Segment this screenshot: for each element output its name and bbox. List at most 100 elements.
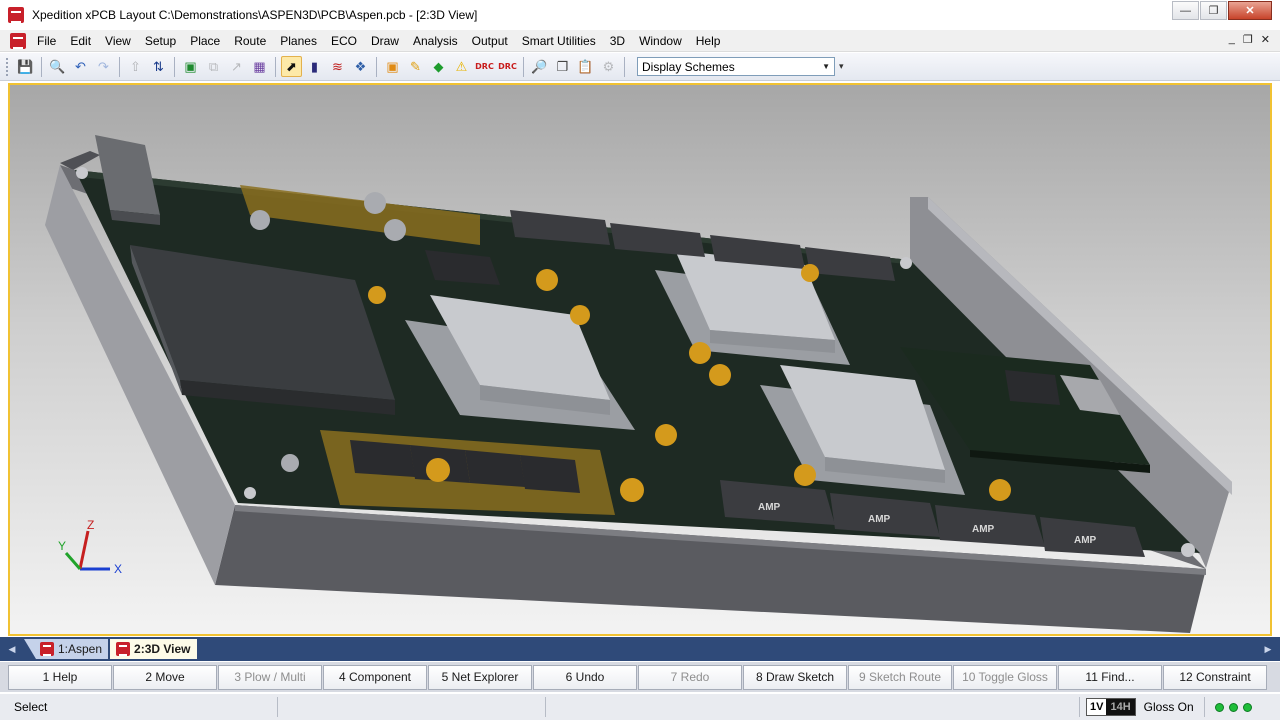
move-group-icon[interactable]: ↗ — [226, 56, 247, 77]
app-logo-icon — [8, 7, 24, 23]
hazard-2-icon[interactable]: ✎ — [405, 56, 426, 77]
menu-smart-utilities[interactable]: Smart Utilities — [515, 34, 603, 48]
fkey-component[interactable]: 4 Component — [323, 664, 427, 690]
tab-aspen[interactable]: 1:Aspen — [24, 639, 109, 659]
toolbar-overflow-icon[interactable]: ▾ — [839, 61, 844, 72]
save-icon[interactable]: 💾 — [15, 56, 36, 77]
display-schemes-dropdown[interactable]: Display Schemes ▼ — [637, 57, 835, 76]
menu-bar: File Edit View Setup Place Route Planes … — [0, 30, 1280, 52]
fkey-sketch-route[interactable]: 9 Sketch Route — [848, 664, 952, 690]
ic-chip — [520, 455, 580, 493]
fkey-constraint[interactable]: 12 Constraint — [1163, 664, 1267, 690]
mdi-restore-button[interactable]: ❐ — [1243, 33, 1253, 46]
fkey-help[interactable]: 1 Help — [8, 664, 112, 690]
axis-y-label: Y — [58, 539, 66, 553]
copy-icon[interactable]: ❐ — [552, 56, 573, 77]
menu-planes[interactable]: Planes — [273, 34, 324, 48]
minimize-button[interactable]: — — [1172, 1, 1199, 20]
document-tab-strip: ◀ 1:Aspen 2:3D View ▶ — [0, 637, 1280, 661]
layer-stack-icon[interactable]: ⇅ — [148, 56, 169, 77]
grid-icon[interactable]: ▦ — [249, 56, 270, 77]
place-part-icon[interactable]: ▮ — [304, 56, 325, 77]
menu-view[interactable]: View — [98, 34, 138, 48]
toolbar-separator — [376, 56, 377, 77]
capacitor — [250, 210, 270, 230]
status-led-icon — [1242, 702, 1252, 712]
menu-place[interactable]: Place — [183, 34, 227, 48]
3d-viewport[interactable]: AMP AMP AMP AMP X Z Y — [8, 83, 1272, 636]
hazard-1-icon[interactable]: ▣ — [382, 56, 403, 77]
ic-chip — [465, 450, 525, 487]
group-icon[interactable]: ⧉ — [203, 56, 224, 77]
amp-label: AMP — [868, 514, 891, 525]
push-up-icon[interactable]: ⇧ — [125, 56, 146, 77]
status-cell — [546, 697, 1080, 717]
amp-label: AMP — [1074, 535, 1097, 546]
select-pointer-icon[interactable]: ⬈ — [281, 56, 302, 77]
paste-icon[interactable]: 📋 — [575, 56, 596, 77]
route-fanout-icon[interactable]: ❖ — [350, 56, 371, 77]
axis-x-label: X — [114, 562, 122, 576]
mdi-minimize-button[interactable]: _ — [1229, 33, 1235, 46]
window-controls: — ❐ ✕ — [1171, 1, 1272, 20]
pcb-3d-model: AMP AMP AMP AMP X Z Y — [45, 135, 1232, 633]
menu-output[interactable]: Output — [465, 34, 515, 48]
tab-label: 2:3D View — [134, 642, 191, 656]
mdi-controls: _ ❐ ✕ — [1229, 33, 1270, 46]
menu-window[interactable]: Window — [632, 34, 689, 48]
chevron-down-icon: ▼ — [822, 62, 830, 71]
capacitor — [281, 454, 299, 472]
restore-button[interactable]: ❐ — [1200, 1, 1227, 20]
fkey-undo[interactable]: 6 Undo — [533, 664, 637, 690]
menu-3d[interactable]: 3D — [603, 34, 632, 48]
tab-doc-icon — [116, 642, 131, 656]
toolbar-separator — [41, 56, 42, 77]
tab-scroll-left-icon[interactable]: ◀ — [0, 644, 24, 655]
toolbar-separator — [624, 56, 625, 77]
fkey-find[interactable]: 11 Find... — [1058, 664, 1162, 690]
board-outline-icon[interactable]: ▣ — [180, 56, 201, 77]
window-title: Xpedition xPCB Layout C:\Demonstrations\… — [32, 8, 478, 22]
capacitor — [364, 192, 386, 214]
drc-icon[interactable]: DRC — [474, 56, 495, 77]
status-led-icon — [1214, 702, 1224, 712]
zoom-icon[interactable]: 🔎 — [529, 56, 550, 77]
fkey-plow-multi[interactable]: 3 Plow / Multi — [218, 664, 322, 690]
menu-edit[interactable]: Edit — [63, 34, 98, 48]
tab-scroll-right-icon[interactable]: ▶ — [1256, 644, 1280, 655]
ic-chip — [350, 440, 415, 477]
hazard-green-icon[interactable]: ◆ — [428, 56, 449, 77]
title-bar: Xpedition xPCB Layout C:\Demonstrations\… — [0, 0, 1280, 30]
undo-icon[interactable]: ↶ — [70, 56, 91, 77]
document-menu-icon[interactable] — [10, 32, 26, 49]
fkey-toggle-gloss[interactable]: 10 Toggle Gloss — [953, 664, 1057, 690]
redo-icon[interactable]: ↷ — [93, 56, 114, 77]
route-icon[interactable]: ≋ — [327, 56, 348, 77]
display-schemes-value: Display Schemes — [642, 59, 735, 74]
menu-setup[interactable]: Setup — [138, 34, 183, 48]
menu-draw[interactable]: Draw — [364, 34, 406, 48]
fkey-draw-sketch[interactable]: 8 Draw Sketch — [743, 664, 847, 690]
status-cell — [278, 697, 546, 717]
tab-label: 1:Aspen — [58, 642, 103, 656]
status-leds — [1214, 702, 1252, 712]
library-icon[interactable]: ⚙ — [598, 56, 619, 77]
close-button[interactable]: ✕ — [1228, 1, 1272, 20]
menu-file[interactable]: File — [30, 34, 63, 48]
hazard-warning-icon[interactable]: ⚠ — [451, 56, 472, 77]
tab-3d-view[interactable]: 2:3D View — [110, 639, 197, 659]
amp-label: AMP — [972, 524, 995, 535]
toolbar-grip[interactable] — [6, 57, 10, 76]
menu-route[interactable]: Route — [227, 34, 273, 48]
fkey-move[interactable]: 2 Move — [113, 664, 217, 690]
menu-eco[interactable]: ECO — [324, 34, 364, 48]
mdi-close-button[interactable]: ✕ — [1261, 33, 1270, 46]
active-layer-indicator[interactable]: 1V 14H — [1086, 698, 1136, 716]
menu-analysis[interactable]: Analysis — [406, 34, 465, 48]
drc-check-icon[interactable]: DRC — [497, 56, 518, 77]
fkey-redo[interactable]: 7 Redo — [638, 664, 742, 690]
find-icon[interactable]: 🔍 — [47, 56, 68, 77]
fkey-net-explorer[interactable]: 5 Net Explorer — [428, 664, 532, 690]
ic-chip — [1005, 370, 1060, 405]
menu-help[interactable]: Help — [689, 34, 728, 48]
